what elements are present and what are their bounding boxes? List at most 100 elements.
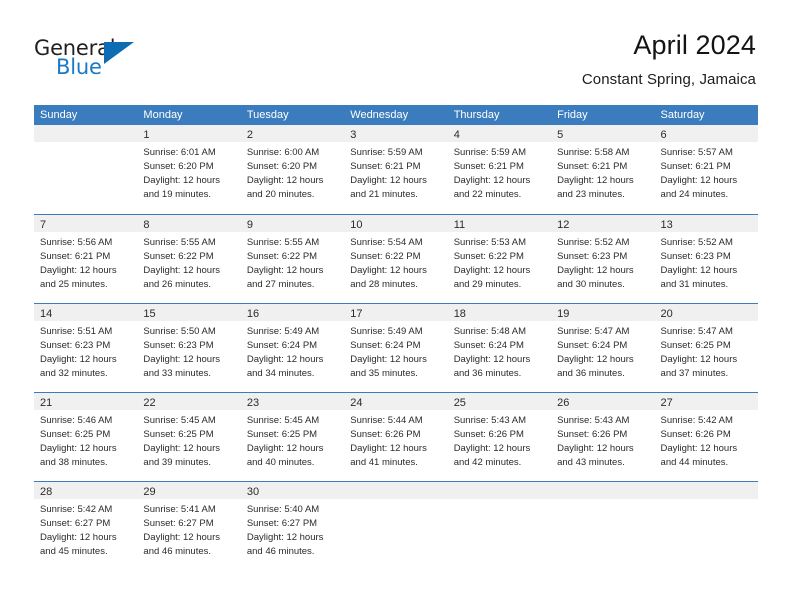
day-number-band: 18 — [447, 304, 552, 321]
daylight-text: Daylight: 12 hours — [660, 443, 738, 454]
daylight-text-cont: and 46 minutes. — [246, 546, 315, 557]
calendar-day-cell[interactable]: 21 Sunrise: 5:46 AM Sunset: 6:25 PM Dayligh… — [34, 393, 138, 481]
sunrise-text: Sunrise: 5:49 AM — [350, 326, 423, 337]
day-details: Sunrise: 5:55 AM Sunset: 6:22 PM Daylight:… — [137, 232, 240, 292]
daylight-text-cont: and 25 minutes. — [40, 279, 108, 290]
calendar-day-cell[interactable]: 25 Sunrise: 5:43 AM Sunset: 6:26 PM Dayligh… — [447, 393, 552, 481]
daylight-text: Daylight: 12 hours — [143, 354, 220, 365]
day-details — [34, 142, 137, 146]
calendar-day-cell[interactable]: 29 Sunrise: 5:41 AM Sunset: 6:27 PM Dayligh… — [137, 482, 241, 570]
calendar-day-cell[interactable]: 1 Sunrise: 6:01 AM Sunset: 6:20 PM Daylight… — [137, 125, 241, 214]
weekday-header-thursday: Thursday — [453, 109, 500, 121]
day-number-band: 3 — [344, 125, 448, 142]
daylight-text: Daylight: 12 hours — [40, 354, 117, 365]
calendar-day-cell[interactable]: 12 Sunrise: 5:52 AM Sunset: 6:23 PM Dayligh… — [551, 215, 655, 303]
sunrise-text: Sunrise: 5:55 AM — [143, 237, 216, 248]
calendar-day-cell[interactable]: 4 Sunrise: 5:59 AM Sunset: 6:21 PM Daylight… — [447, 125, 552, 214]
sunset-text: Sunset: 6:27 PM — [143, 518, 214, 529]
day-number-band: 25 — [447, 393, 552, 410]
calendar-day-cell[interactable]: 6 Sunrise: 5:57 AM Sunset: 6:21 PM Daylight… — [654, 125, 758, 214]
calendar-day-cell[interactable]: 27 Sunrise: 5:42 AM Sunset: 6:26 PM Dayligh… — [654, 393, 758, 481]
day-number: 30 — [246, 486, 260, 498]
sunrise-text: Sunrise: 5:52 AM — [660, 237, 733, 248]
day-number: 12 — [557, 219, 570, 231]
sunset-text: Sunset: 6:20 PM — [246, 161, 318, 172]
daylight-text-cont: and 22 minutes. — [453, 189, 522, 200]
daylight-text-cont: and 27 minutes. — [246, 279, 315, 290]
calendar-day-cell[interactable]: 18 Sunrise: 5:48 AM Sunset: 6:24 PM Dayligh… — [447, 304, 552, 392]
sunrise-text: Sunrise: 6:01 AM — [143, 147, 216, 158]
calendar-day-cell[interactable]: 13 Sunrise: 5:52 AM Sunset: 6:23 PM Dayligh… — [654, 215, 758, 303]
calendar-day-cell[interactable]: 9 Sunrise: 5:55 AM Sunset: 6:22 PM Daylight… — [240, 215, 345, 303]
day-details: Sunrise: 5:56 AM Sunset: 6:21 PM Daylight:… — [34, 232, 137, 292]
day-details: Sunrise: 5:42 AM Sunset: 6:27 PM Daylight:… — [34, 499, 137, 559]
daylight-text: Daylight: 12 hours — [40, 443, 117, 454]
day-number-band: 24 — [344, 393, 448, 410]
calendar-day-cell[interactable]: 14 Sunrise: 5:51 AM Sunset: 6:23 PM Dayligh… — [34, 304, 138, 392]
daylight-text: Daylight: 12 hours — [143, 265, 220, 276]
sunrise-text: Sunrise: 5:58 AM — [557, 147, 630, 158]
calendar-day-cell[interactable]: 16 Sunrise: 5:49 AM Sunset: 6:24 PM Dayligh… — [240, 304, 345, 392]
day-number-band: 19 — [551, 304, 655, 321]
day-number-band: 28 — [34, 482, 138, 499]
general-blue-logo[interactable]: General Blue — [34, 36, 154, 82]
calendar-day-cell[interactable]: 5 Sunrise: 5:58 AM Sunset: 6:21 PM Daylight… — [551, 125, 655, 214]
day-details: Sunrise: 5:52 AM Sunset: 6:23 PM Daylight:… — [655, 232, 758, 292]
sunrise-text: Sunrise: 5:41 AM — [143, 504, 216, 515]
daylight-text: Daylight: 12 hours — [453, 443, 531, 454]
calendar-day-cell[interactable]: 26 Sunrise: 5:43 AM Sunset: 6:26 PM Dayligh… — [551, 393, 655, 481]
calendar-day-empty — [34, 125, 138, 214]
daylight-text-cont: and 31 minutes. — [660, 279, 729, 290]
daylight-text-cont: and 23 minutes. — [557, 189, 625, 200]
daylight-text-cont: and 34 minutes. — [246, 368, 315, 379]
day-details: Sunrise: 5:40 AM Sunset: 6:27 PM Daylight:… — [241, 499, 344, 559]
calendar-day-cell[interactable]: 28 Sunrise: 5:42 AM Sunset: 6:27 PM Dayligh… — [34, 482, 138, 570]
calendar-day-cell[interactable]: 2 Sunrise: 6:00 AM Sunset: 6:20 PM Daylight… — [240, 125, 345, 214]
day-number-band: 30 — [240, 482, 345, 499]
daylight-text-cont: and 26 minutes. — [143, 279, 212, 290]
sunrise-text: Sunrise: 5:50 AM — [143, 326, 216, 337]
day-number-band: 1 — [137, 125, 241, 142]
calendar-week-row: 1 Sunrise: 6:01 AM Sunset: 6:20 PM Daylight… — [34, 125, 758, 214]
daylight-text-cont: and 28 minutes. — [350, 279, 418, 290]
day-number-band: 26 — [551, 393, 655, 410]
daylight-text: Daylight: 12 hours — [453, 175, 531, 186]
calendar-page: General Blue April 2024 Constant Spring,… — [0, 0, 792, 612]
calendar-day-cell[interactable]: 19 Sunrise: 5:47 AM Sunset: 6:24 PM Dayligh… — [551, 304, 655, 392]
calendar-day-cell[interactable]: 23 Sunrise: 5:45 AM Sunset: 6:25 PM Dayligh… — [240, 393, 345, 481]
calendar-day-cell[interactable]: 10 Sunrise: 5:54 AM Sunset: 6:22 PM Dayligh… — [344, 215, 448, 303]
calendar-day-cell[interactable]: 3 Sunrise: 5:59 AM Sunset: 6:21 PM Daylight… — [344, 125, 448, 214]
calendar-day-cell[interactable]: 7 Sunrise: 5:56 AM Sunset: 6:21 PM Daylight… — [34, 215, 138, 303]
calendar-day-cell[interactable]: 15 Sunrise: 5:50 AM Sunset: 6:23 PM Dayligh… — [137, 304, 241, 392]
day-number-band: 10 — [344, 215, 448, 232]
sunrise-text: Sunrise: 5:44 AM — [350, 415, 423, 426]
day-number-band: 8 — [137, 215, 241, 232]
sunrise-text: Sunrise: 5:49 AM — [246, 326, 320, 337]
calendar-day-cell[interactable]: 20 Sunrise: 5:47 AM Sunset: 6:25 PM Dayligh… — [654, 304, 758, 392]
calendar-day-empty — [654, 482, 758, 570]
calendar-week-row: 21 Sunrise: 5:46 AM Sunset: 6:25 PM Dayligh… — [34, 392, 758, 481]
day-number-band: 17 — [344, 304, 448, 321]
daylight-text: Daylight: 12 hours — [143, 532, 220, 543]
calendar-day-cell[interactable]: 11 Sunrise: 5:53 AM Sunset: 6:22 PM Dayligh… — [447, 215, 552, 303]
sunset-text: Sunset: 6:25 PM — [40, 429, 111, 440]
calendar-day-cell[interactable]: 8 Sunrise: 5:55 AM Sunset: 6:22 PM Daylight… — [137, 215, 241, 303]
day-number-band: 21 — [34, 393, 138, 410]
daylight-text: Daylight: 12 hours — [143, 175, 220, 186]
day-number-band: 2 — [240, 125, 345, 142]
page-header: General Blue April 2024 Constant Spring,… — [0, 0, 792, 88]
sunrise-text: Sunrise: 5:55 AM — [246, 237, 320, 248]
day-number-band — [551, 482, 655, 499]
calendar-day-cell[interactable]: 22 Sunrise: 5:45 AM Sunset: 6:25 PM Dayligh… — [137, 393, 241, 481]
day-number-band: 11 — [447, 215, 552, 232]
daylight-text-cont: and 32 minutes. — [40, 368, 108, 379]
logo-text-blue: Blue — [56, 55, 102, 79]
sunrise-text: Sunrise: 6:00 AM — [246, 147, 320, 158]
calendar-day-cell[interactable]: 24 Sunrise: 5:44 AM Sunset: 6:26 PM Dayligh… — [344, 393, 448, 481]
day-details: Sunrise: 5:57 AM Sunset: 6:21 PM Daylight:… — [655, 142, 758, 202]
calendar-day-cell[interactable]: 17 Sunrise: 5:49 AM Sunset: 6:24 PM Dayligh… — [344, 304, 448, 392]
sunset-text: Sunset: 6:20 PM — [143, 161, 214, 172]
sunset-text: Sunset: 6:27 PM — [246, 518, 318, 529]
day-number-band — [34, 125, 138, 142]
calendar-day-cell[interactable]: 30 Sunrise: 5:40 AM Sunset: 6:27 PM Dayligh… — [240, 482, 345, 570]
